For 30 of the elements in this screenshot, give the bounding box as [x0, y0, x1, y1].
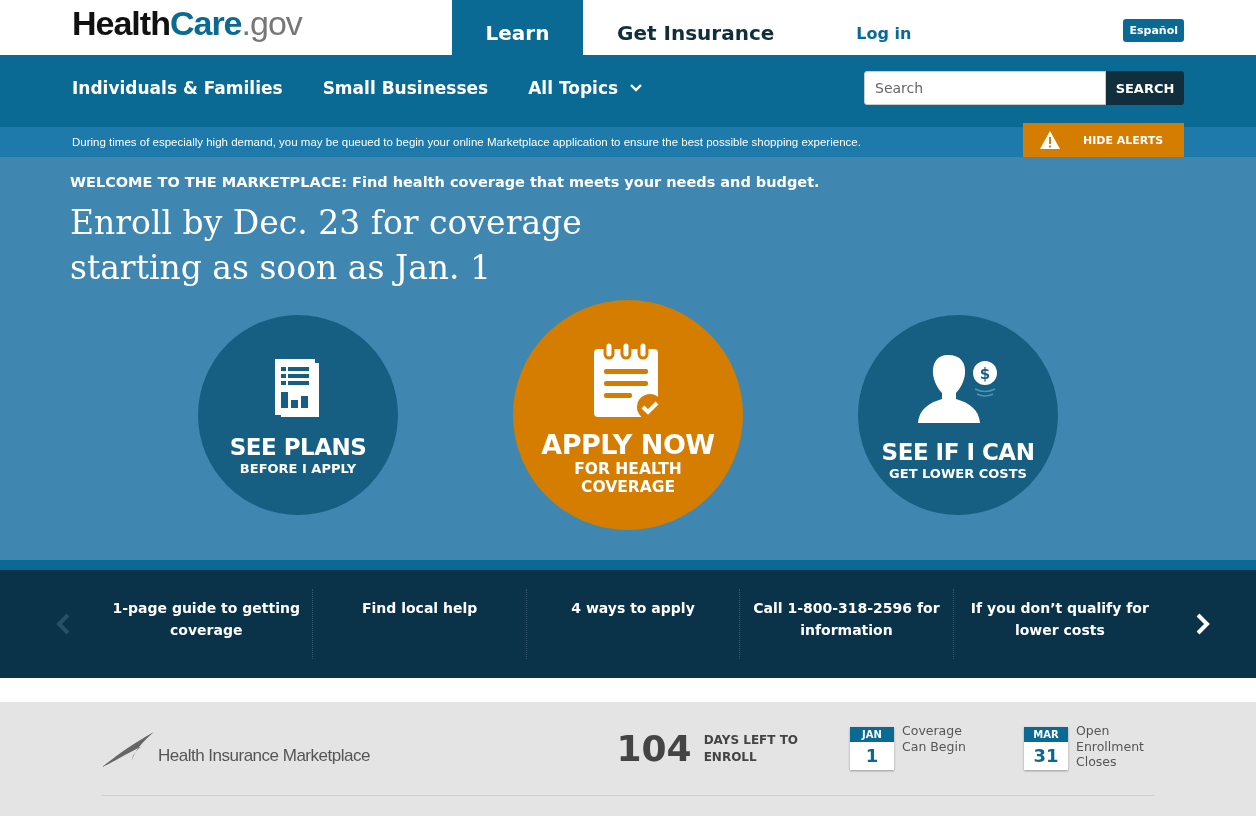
- search-field[interactable]: Search: [864, 71, 1106, 105]
- action-button[interactable]: $ SEE IF I CAN GET LOWER COSTS: [858, 315, 1058, 515]
- quick-link[interactable]: If you don’t qualify for lower costs: [952, 589, 1167, 659]
- nav-link[interactable]: Individuals & Families: [72, 78, 283, 98]
- nav-link[interactable]: All Topics: [528, 78, 643, 98]
- alert-message: During times of especially high demand, you may be queued to begin your online Marketplace application to ensure the best possible shopping experience.: [72, 136, 861, 148]
- language-button[interactable]: Español: [1123, 19, 1184, 42]
- quick-link[interactable]: Call 1-800-318-2596 for information: [739, 589, 953, 659]
- date-label: Coverage Can Begin: [902, 723, 967, 754]
- quick-link[interactable]: 1-page guide to getting coverage: [100, 589, 313, 659]
- calendar-date: JAN 1: [850, 727, 894, 770]
- welcome-text: WELCOME TO THE MARKETPLACE: Find health coverage that meets your needs and budget.: [70, 174, 821, 190]
- search-button[interactable]: SEARCH: [1106, 71, 1184, 105]
- quick-link[interactable]: Find local help: [312, 589, 526, 659]
- nav-tab[interactable]: Get Insurance: [603, 0, 789, 55]
- chevron-right-icon[interactable]: [1194, 611, 1212, 637]
- login-link[interactable]: Log in: [856, 24, 912, 43]
- action-button[interactable]: SEE PLANS BEFORE I APPLY: [198, 315, 398, 515]
- marketplace-logo: Health Insurance Marketplace: [102, 729, 617, 768]
- document-chart-icon: [274, 358, 322, 420]
- days-label: DAYS LEFT TO ENROLL: [703, 731, 800, 766]
- date-label: Open Enrollment Closes: [1076, 723, 1145, 770]
- nav-tab[interactable]: Learn: [452, 0, 583, 55]
- nav-link[interactable]: Small Businesses: [322, 78, 489, 98]
- calendar-date: MAR 31: [1024, 727, 1068, 770]
- quick-link[interactable]: 4 ways to apply: [525, 589, 740, 659]
- site-logo[interactable]: HealthCare.gov: [72, 4, 452, 43]
- warning-icon: [1039, 130, 1061, 150]
- days-count: 104: [616, 728, 692, 769]
- headline: Enroll by Dec. 23 for coverage starting as soon as Jan. 1: [70, 202, 583, 289]
